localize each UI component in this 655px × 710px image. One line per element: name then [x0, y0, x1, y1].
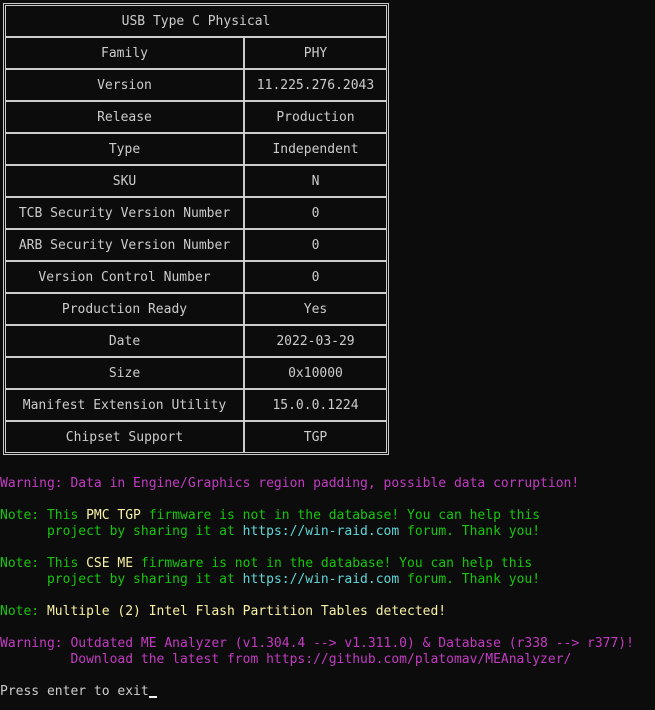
row-value: Independent: [244, 133, 387, 165]
note-prefix: Note: This: [0, 556, 87, 571]
note-pmc-firmware-line2: project by sharing it at https://win-rai…: [0, 524, 540, 540]
note-text: project by sharing it at: [0, 524, 243, 539]
note-text: firmware is not in the database! You can…: [133, 556, 533, 571]
note-pmc-firmware-line1: Note: This PMC TGP firmware is not in th…: [0, 508, 540, 524]
table-row: Version 11.225.276.2043: [5, 69, 387, 101]
firmware-name: CSE ME: [86, 556, 134, 571]
note-flash-partition-tables: Note: Multiple (2) Intel Flash Partition…: [0, 604, 446, 620]
row-value: 15.0.0.1224: [244, 389, 387, 421]
row-value: 11.225.276.2043: [244, 69, 387, 101]
table-row: Production Ready Yes: [5, 293, 387, 325]
table-row: Size 0x10000: [5, 357, 387, 389]
table-row: TCB Security Version Number 0: [5, 197, 387, 229]
row-key: Version: [5, 69, 244, 101]
row-key: SKU: [5, 165, 244, 197]
row-value: N: [244, 165, 387, 197]
table-row: Chipset Support TGP: [5, 421, 387, 453]
row-value: 0x10000: [244, 357, 387, 389]
row-value: 0: [244, 229, 387, 261]
row-key: Manifest Extension Utility: [5, 389, 244, 421]
warning-padding-corruption: Warning: Data in Engine/Graphics region …: [0, 476, 580, 491]
row-key: ARB Security Version Number: [5, 229, 244, 261]
note-prefix: Note: This: [0, 508, 87, 523]
table-row: Manifest Extension Utility 15.0.0.1224: [5, 389, 387, 421]
row-key: Version Control Number: [5, 261, 244, 293]
row-value: 2022-03-29: [244, 325, 387, 357]
row-key: Size: [5, 357, 244, 389]
cursor-icon: [148, 696, 157, 698]
note-text: firmware is not in the database! You can…: [140, 508, 541, 523]
table-row: Release Production: [5, 101, 387, 133]
table-row: SKU N: [5, 165, 387, 197]
row-key: Production Ready: [5, 293, 244, 325]
note-cse-firmware-line1: Note: This CSE ME firmware is not in the…: [0, 556, 532, 572]
table-title: USB Type C Physical: [5, 5, 387, 37]
row-value: 0: [244, 197, 387, 229]
table-row: Version Control Number 0: [5, 261, 387, 293]
row-key: TCB Security Version Number: [5, 197, 244, 229]
note-prefix: Note:: [0, 604, 47, 619]
table-row: ARB Security Version Number 0: [5, 229, 387, 261]
row-key: Release: [5, 101, 244, 133]
row-value: Production: [244, 101, 387, 133]
row-value: 0: [244, 261, 387, 293]
warning-outdated-line1: Warning: Outdated ME Analyzer (v1.304.4 …: [0, 636, 634, 651]
exit-prompt-line[interactable]: Press enter to exit: [0, 684, 157, 700]
forum-link[interactable]: https://win-raid.com: [243, 572, 400, 587]
row-key: Family: [5, 37, 244, 69]
table-row: Type Independent: [5, 133, 387, 165]
row-value: Yes: [244, 293, 387, 325]
forum-link[interactable]: https://win-raid.com: [243, 524, 400, 539]
row-key: Chipset Support: [5, 421, 244, 453]
row-value: TGP: [244, 421, 387, 453]
exit-prompt: Press enter to exit: [0, 684, 149, 699]
note-text: forum. Thank you!: [399, 524, 541, 539]
row-key: Type: [5, 133, 244, 165]
firmware-name: PMC TGP: [86, 508, 141, 523]
warning-outdated-line2: Download the latest from https://github.…: [0, 652, 572, 667]
note-cse-firmware-line2: project by sharing it at https://win-rai…: [0, 572, 540, 588]
note-text: Multiple (2) Intel Flash Partition Table…: [46, 604, 447, 619]
table-header-row: USB Type C Physical: [5, 5, 387, 37]
row-value: PHY: [244, 37, 387, 69]
row-key: Date: [5, 325, 244, 357]
table-row: Family PHY: [5, 37, 387, 69]
note-text: forum. Thank you!: [399, 572, 541, 587]
note-text: project by sharing it at: [0, 572, 243, 587]
firmware-info-table: USB Type C Physical Family PHY Version 1…: [3, 3, 389, 455]
table-row: Date 2022-03-29: [5, 325, 387, 357]
